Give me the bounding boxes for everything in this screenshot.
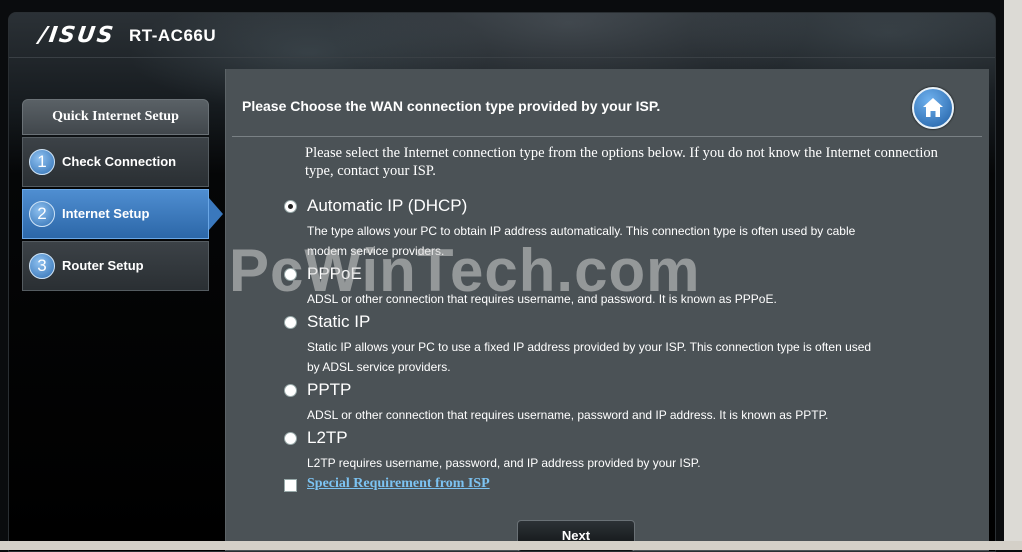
step-2-icon: 2 xyxy=(29,201,55,227)
step-1-icon: 1 xyxy=(29,149,55,175)
special-requirement-link[interactable]: Special Requirement from ISP xyxy=(307,476,490,492)
panel-title: Please Choose the WAN connection type pr… xyxy=(242,98,661,114)
option-label: Static IP xyxy=(307,312,371,331)
house-icon xyxy=(923,98,943,117)
option-label: PPPoE xyxy=(307,264,362,283)
option-desc: ADSL or other connection that requires u… xyxy=(307,292,777,306)
window-bottom-bar xyxy=(0,541,1022,550)
sidebar-title: Quick Internet Setup xyxy=(22,99,209,135)
divider xyxy=(232,136,982,137)
option-label: L2TP xyxy=(307,428,348,447)
asus-logo: /ISUS xyxy=(37,23,117,48)
radio-dhcp[interactable] xyxy=(284,200,297,213)
model-name: RT-AC66U xyxy=(129,26,217,45)
option-label: Automatic IP (DHCP) xyxy=(307,196,468,215)
option-desc: Static IP allows your PC to use a fixed … xyxy=(307,340,872,374)
router-ui-frame: /ISUS RT-AC66U Quick Internet Setup 1 Ch… xyxy=(8,12,996,552)
special-requirement-checkbox[interactable] xyxy=(284,479,297,492)
wan-type-panel: Please Choose the WAN connection type pr… xyxy=(225,69,989,551)
radio-static-ip[interactable] xyxy=(284,316,297,329)
step-3-icon: 3 xyxy=(29,253,55,279)
option-label: PPTP xyxy=(307,380,352,399)
radio-l2tp[interactable] xyxy=(284,432,297,445)
intro-text: Please select the Internet connection ty… xyxy=(305,145,938,179)
option-desc: ADSL or other connection that requires u… xyxy=(307,408,829,422)
setup-sidebar: Quick Internet Setup 1 Check Connection … xyxy=(22,99,223,291)
step-label: Router Setup xyxy=(62,258,144,273)
option-desc: The type allows your PC to obtain IP add… xyxy=(307,224,856,258)
window-scrollbar[interactable] xyxy=(1004,0,1022,541)
header-bar: /ISUS RT-AC66U xyxy=(9,13,995,58)
radio-pptp[interactable] xyxy=(284,384,297,397)
step-router-setup[interactable]: 3 Router Setup xyxy=(22,241,209,291)
step-internet-setup[interactable]: 2 Internet Setup xyxy=(22,189,223,239)
option-desc: L2TP requires username, password, and IP… xyxy=(307,456,701,470)
step-label: Check Connection xyxy=(62,154,177,169)
step-check-connection[interactable]: 1 Check Connection xyxy=(22,137,209,187)
radio-pppoe[interactable] xyxy=(284,268,297,281)
step-label: Internet Setup xyxy=(62,206,150,221)
home-icon[interactable] xyxy=(912,87,954,129)
